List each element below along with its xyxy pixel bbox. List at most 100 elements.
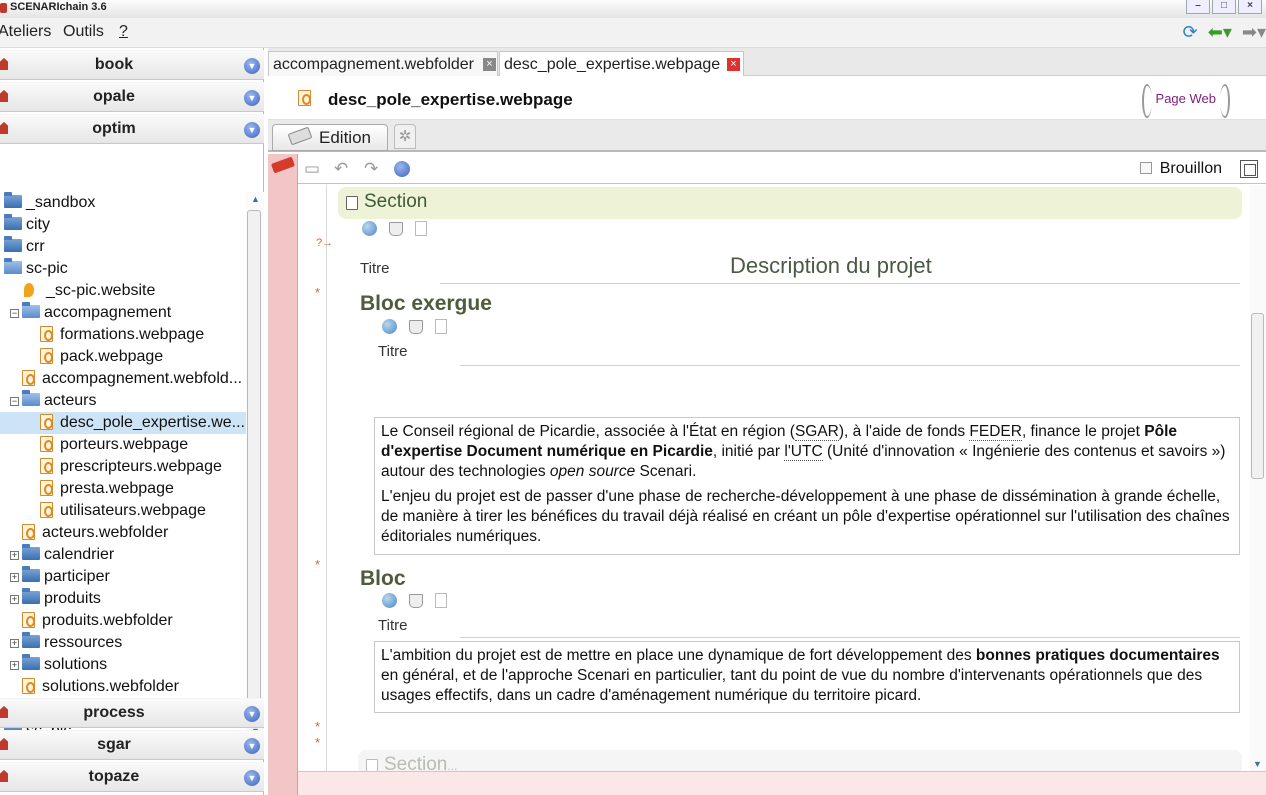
tree-item[interactable]: utilisateurs.webpage — [0, 500, 246, 522]
insert-arrow-icon[interactable]: ?→ — [316, 237, 333, 249]
editor-area: accompagnement.webfolder × desc_pole_exp… — [268, 48, 1266, 795]
chevron-down-icon[interactable]: ▼ — [244, 58, 260, 74]
tree-item[interactable]: − acteurs — [0, 390, 246, 412]
page-icon[interactable] — [415, 221, 427, 236]
workspace-process[interactable]: process ▼ — [0, 698, 264, 728]
expand-icon[interactable]: + — [10, 595, 19, 604]
collapse-icon[interactable]: − — [10, 309, 19, 318]
tree-item-label: participer — [44, 568, 110, 585]
paragraph: Le Conseil régional de Picardie, associé… — [381, 423, 1226, 480]
section-header[interactable]: Section — [338, 187, 1242, 219]
tree-item-label: sc-pic — [26, 260, 68, 277]
page-icon[interactable] — [435, 593, 447, 608]
tree-item-label: porteurs.webpage — [60, 436, 189, 453]
insert-star-icon[interactable]: * — [315, 719, 320, 734]
section-icons — [362, 221, 427, 236]
scrollbar-thumb[interactable] — [1251, 313, 1264, 479]
tab-desc-pole-expertise[interactable]: desc_pole_expertise.webpage × — [499, 51, 744, 76]
expand-icon[interactable]: + — [10, 573, 19, 582]
close-icon[interactable]: × — [483, 58, 496, 71]
trash-icon[interactable] — [409, 319, 423, 334]
tree-item[interactable]: + participer — [0, 566, 246, 588]
trash-icon[interactable] — [389, 221, 403, 236]
chevron-down-icon[interactable]: ▼ — [244, 90, 260, 106]
maximize-button[interactable]: □ — [1212, 0, 1236, 14]
tree-item[interactable]: _sandbox — [0, 192, 246, 214]
scroll-up-icon[interactable]: ▲ — [251, 194, 260, 204]
tree-item[interactable]: solutions.webfolder — [0, 676, 246, 698]
close-window-button[interactable]: × — [1238, 0, 1262, 14]
tree-item[interactable]: _sc-pic.website — [0, 280, 246, 302]
tree-item[interactable]: sc-pic — [0, 258, 246, 280]
bloc-icons — [382, 593, 447, 608]
expand-icon[interactable]: + — [10, 551, 19, 560]
tab-accompagnement-webfolder[interactable]: accompagnement.webfolder × — [268, 51, 498, 76]
close-icon[interactable]: × — [727, 58, 740, 71]
tree-item[interactable]: prescripteurs.webpage — [0, 456, 246, 478]
scrollbar-thumb[interactable] — [247, 210, 261, 704]
tree-scrollbar[interactable]: ▲ ▼ — [246, 192, 264, 742]
checkbox-box[interactable] — [1139, 162, 1152, 174]
maximize-editor-button[interactable] — [1240, 160, 1258, 178]
editor-scrollbar[interactable]: ▼ — [1250, 185, 1266, 771]
page-title[interactable]: Description du projet — [730, 253, 932, 279]
minimize-button[interactable]: – — [1186, 0, 1210, 14]
chevron-down-icon[interactable]: ▼ — [244, 738, 260, 754]
section-placeholder[interactable]: Section... — [358, 750, 1242, 771]
webpage-icon — [40, 326, 53, 342]
menu-outils[interactable]: Outils — [63, 23, 104, 41]
redo-icon[interactable]: ↷ — [364, 159, 378, 179]
page-icon[interactable] — [435, 319, 447, 334]
workspace-topaze[interactable]: topaze ▼ — [0, 762, 264, 792]
tree-item[interactable]: desc_pole_expertise.we... — [0, 412, 246, 434]
tree-item[interactable]: produits.webfolder — [0, 610, 246, 632]
tree-item[interactable]: presta.webpage — [0, 478, 246, 500]
globe-icon[interactable] — [382, 319, 397, 334]
tab-preview-gear[interactable]: ✲ — [394, 124, 416, 149]
folder-icon — [4, 236, 22, 252]
tree-item[interactable]: + produits — [0, 588, 246, 610]
tree-item[interactable]: city — [0, 214, 246, 236]
expand-icon[interactable]: + — [10, 639, 19, 648]
tree-item[interactable]: pack.webpage — [0, 346, 246, 368]
workspace-book[interactable]: book ▼ — [0, 50, 264, 80]
workspace-opale[interactable]: opale ▼ — [0, 82, 264, 112]
workspace-sgar[interactable]: sgar ▼ — [0, 730, 264, 760]
tree-item[interactable]: acteurs.webfolder — [0, 522, 246, 544]
tree-item[interactable]: porteurs.webpage — [0, 434, 246, 456]
menu-dropdown-icon[interactable] — [394, 161, 410, 177]
draft-checkbox[interactable]: Brouillon — [1139, 160, 1222, 178]
expand-icon[interactable]: + — [10, 661, 19, 670]
tree-item[interactable]: − accompagnement — [0, 302, 246, 324]
menu-ateliers[interactable]: Ateliers — [0, 23, 51, 41]
collapse-icon[interactable]: − — [10, 397, 19, 406]
bloc-exergue-heading[interactable]: Bloc exergue — [360, 292, 492, 316]
scroll-down-icon[interactable]: ▼ — [1253, 759, 1262, 769]
forward-arrow-icon[interactable]: ➡▾ — [1242, 22, 1266, 43]
globe-icon[interactable] — [362, 221, 377, 236]
app-icon — [0, 3, 7, 13]
trash-icon[interactable] — [409, 593, 423, 608]
tree-item[interactable]: accompagnement.webfold... — [0, 368, 246, 390]
bloc-text[interactable]: L'ambition du projet est de mettre en pl… — [374, 641, 1240, 713]
chevron-down-icon[interactable]: ▼ — [244, 770, 260, 786]
back-arrow-icon[interactable]: ⬅▾ — [1208, 22, 1232, 43]
chevron-down-icon[interactable]: ▼ — [244, 706, 260, 722]
chevron-down-icon[interactable]: ▼ — [244, 122, 260, 138]
undo-icon[interactable]: ↶ — [334, 159, 348, 179]
globe-icon[interactable] — [382, 593, 397, 608]
refresh-icon[interactable]: ⟳ — [1183, 22, 1198, 43]
tab-edition[interactable]: Edition — [272, 124, 388, 151]
menu-help[interactable]: ? — [119, 23, 128, 41]
save-icon[interactable]: ▭ — [304, 159, 320, 179]
bloc-heading[interactable]: Bloc — [360, 567, 406, 591]
tree-item[interactable]: + solutions — [0, 654, 246, 676]
insert-star-icon[interactable]: * — [315, 735, 320, 750]
tree-item[interactable]: + calendrier — [0, 544, 246, 566]
tree-item[interactable]: + ressources — [0, 632, 246, 654]
tree-item[interactable]: crr — [0, 236, 246, 258]
workspace-optim[interactable]: optim ▼ — [0, 114, 264, 144]
bloc-exergue-text[interactable]: Le Conseil régional de Picardie, associé… — [374, 417, 1240, 555]
tree-item-label: prescripteurs.webpage — [60, 458, 222, 475]
tree-item[interactable]: formations.webpage — [0, 324, 246, 346]
